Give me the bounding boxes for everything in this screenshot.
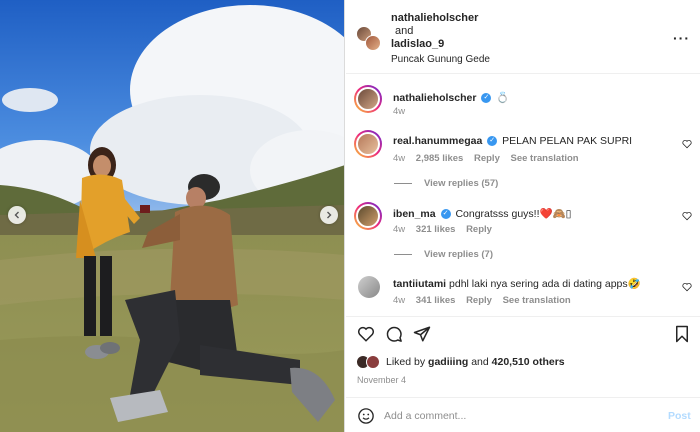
comment-username[interactable]: iben_ma: [393, 208, 436, 220]
post-details-panel: nathalieholscher and ladislao_9 Puncak G…: [346, 0, 700, 432]
liked-by-user[interactable]: gadiiing: [428, 356, 468, 368]
comment-likes[interactable]: 321 likes: [416, 224, 456, 235]
chevron-right-icon: [327, 211, 332, 219]
post-actions: Liked by gadiiing and 420,510 others Nov…: [346, 316, 700, 432]
see-translation-button[interactable]: See translation: [511, 153, 579, 164]
collab-and-text: and: [395, 25, 414, 37]
comment-1: real.hanummegaa ✓ PELAN PELAN PAK SUPRI: [393, 135, 673, 147]
comment-like-heart-icon[interactable]: [682, 211, 692, 221]
share-paper-plane-icon[interactable]: [413, 325, 431, 343]
chevron-left-icon: [14, 211, 19, 219]
comment-text: PELAN PELAN PAK SUPRI: [502, 135, 633, 147]
comment-text: Congratsss guys!!❤️🙈▯: [455, 208, 572, 220]
liked-by-avatars: [356, 355, 382, 369]
comment-username[interactable]: real.hanummegaa: [393, 135, 482, 147]
more-options-icon[interactable]: ···: [673, 30, 690, 46]
next-photo-button[interactable]: [320, 206, 338, 224]
comment-meta: 4w 341 likes Reply See translation: [393, 295, 571, 306]
previous-photo-button[interactable]: [8, 206, 26, 224]
verified-badge-icon: ✓: [481, 93, 492, 104]
coauthor-avatar[interactable]: [365, 35, 381, 51]
comment-username[interactable]: tantiiutami: [393, 278, 446, 290]
comment-like-heart-icon[interactable]: [682, 139, 692, 149]
save-bookmark-icon[interactable]: [673, 325, 691, 343]
caption: nathalieholscher ✓ 💍: [393, 91, 683, 104]
verified-badge-icon: ✓: [487, 136, 498, 147]
reply-button[interactable]: Reply: [466, 224, 492, 235]
comment-2: iben_ma ✓ Congratsss guys!!❤️🙈▯: [393, 207, 673, 220]
comment-meta: 4w 2,985 likes Reply See translation: [393, 153, 579, 164]
post-comment-button[interactable]: Post: [668, 410, 691, 422]
collab-avatars[interactable]: [356, 26, 382, 52]
verified-badge-icon: ✓: [440, 209, 451, 220]
comment-bubble-icon[interactable]: [385, 325, 403, 343]
caption-username[interactable]: nathalieholscher: [393, 92, 476, 104]
caption-time: 4w: [393, 106, 406, 117]
comment-like-heart-icon[interactable]: [682, 282, 692, 292]
view-replies-button[interactable]: View replies (7): [394, 249, 493, 260]
proposal-photo-image: [0, 0, 344, 432]
caption-avatar[interactable]: [354, 85, 382, 113]
caption-emoji: 💍: [496, 92, 510, 104]
see-translation-button[interactable]: See translation: [503, 295, 571, 306]
post-date: November 4: [357, 375, 407, 385]
view-replies-button[interactable]: View replies (57): [394, 178, 498, 189]
likes-count[interactable]: 420,510 others: [492, 356, 565, 368]
coauthor-username[interactable]: ladislao_9: [391, 38, 490, 51]
author-username[interactable]: nathalieholscher: [391, 12, 490, 25]
location-link[interactable]: Puncak Gunung Gede: [391, 53, 490, 66]
comment-avatar[interactable]: [358, 276, 380, 298]
liked-by-summary: Liked by gadiiing and 420,510 others: [356, 355, 565, 369]
comment-avatar[interactable]: [354, 202, 382, 230]
like-heart-icon[interactable]: [357, 325, 375, 343]
post-photo[interactable]: [0, 0, 345, 432]
add-comment-input[interactable]: [384, 407, 644, 425]
comment-likes[interactable]: 341 likes: [416, 295, 456, 306]
comment-text: pdhl laki nya sering ada di dating apps🤣: [449, 278, 641, 290]
emoji-smiley-icon[interactable]: [357, 407, 375, 425]
comment-3: tantiiutami pdhl laki nya sering ada di …: [393, 277, 673, 290]
comment-composer: Post: [346, 397, 700, 432]
comment-avatar[interactable]: [354, 130, 382, 158]
post-header: nathalieholscher and ladislao_9 Puncak G…: [346, 0, 700, 74]
comment-meta: 4w 321 likes Reply: [393, 224, 492, 235]
reply-button[interactable]: Reply: [466, 295, 492, 306]
reply-button[interactable]: Reply: [474, 153, 500, 164]
comment-likes[interactable]: 2,985 likes: [416, 153, 464, 164]
